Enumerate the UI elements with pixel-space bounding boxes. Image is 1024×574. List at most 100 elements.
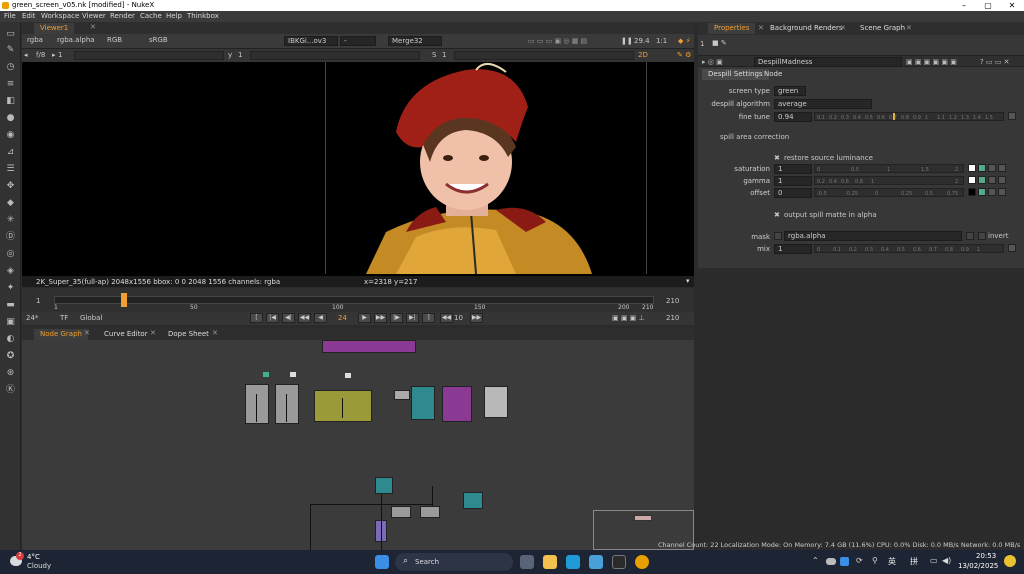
close-tab-icon[interactable]: ✕ xyxy=(758,24,764,32)
animation-curve-icon[interactable] xyxy=(998,188,1006,196)
draw-tool-icon[interactable]: ✎ xyxy=(4,44,17,57)
viewer-options-icon[interactable]: ▭ ▭ ▭ ▣ ◎ ▦ ▤ xyxy=(528,37,587,45)
weather-description[interactable]: Cloudy xyxy=(27,562,51,570)
node-dot[interactable] xyxy=(345,373,351,378)
copilot-icon[interactable] xyxy=(1004,555,1016,567)
out-point-button[interactable]: ] xyxy=(422,313,435,323)
gamma-slider[interactable] xyxy=(250,51,420,60)
maximize-button[interactable]: ▢ xyxy=(976,0,1000,11)
fine-tune-slider[interactable]: 0.1 0.2 0.3 0.4 0.5 0.6 0.7 0.8 0.9 1 1.… xyxy=(814,112,1004,121)
play-forward-button[interactable]: ▶ xyxy=(358,313,371,323)
tab-viewer1[interactable]: Viewer1 xyxy=(34,23,75,34)
output-spill-checkbox[interactable]: ✖ xyxy=(774,211,780,219)
onedrive-icon[interactable] xyxy=(826,558,836,565)
node-name-field[interactable]: DespillMadness xyxy=(754,57,902,67)
edge-browser-icon[interactable] xyxy=(566,555,580,569)
nuke-taskbar-icon[interactable] xyxy=(635,555,649,569)
timeline-end-field[interactable]: 210 xyxy=(666,297,679,305)
step-forward-button[interactable]: ▶▶ xyxy=(374,313,387,323)
skip-back-button[interactable]: ◀◀ xyxy=(440,313,453,323)
saturation-slider[interactable]: 0 0.5 1 1.5 2 xyxy=(814,164,964,173)
clock-time[interactable]: 20:53 xyxy=(976,552,996,560)
close-tab-icon[interactable]: ✕ xyxy=(212,329,218,337)
tab-background-renders[interactable]: Background Renders xyxy=(764,23,849,34)
offset-slider[interactable]: -0.5 -0.25 0 0.25 0.5 0.75 xyxy=(814,188,964,197)
offset-field[interactable]: 0 xyxy=(774,188,812,198)
task-view-icon[interactable] xyxy=(520,555,534,569)
timeline-track[interactable] xyxy=(54,293,654,307)
close-tab-icon[interactable]: ✕ xyxy=(840,24,846,32)
menu-workspace[interactable]: Workspace xyxy=(41,12,79,20)
tray-app-icon[interactable] xyxy=(840,557,849,566)
filter-tool-icon[interactable]: ● xyxy=(4,112,17,125)
current-frame-marker[interactable] xyxy=(120,293,127,307)
menu-file[interactable]: File xyxy=(4,12,16,20)
node-header-buttons[interactable]: ▣ ▣ ▣ ▣ ▣ ▣ xyxy=(906,58,957,66)
image-tool-icon[interactable]: ▭ xyxy=(4,28,17,41)
tab-node[interactable]: Node xyxy=(758,69,788,80)
node-header-icons[interactable]: ▸ ◎ ▣ xyxy=(702,58,723,66)
menu-edit[interactable]: Edit xyxy=(22,12,36,20)
s-field[interactable]: 1 xyxy=(442,51,446,59)
fstop-arrow-icon[interactable]: ▸ xyxy=(52,51,56,59)
in-point-button[interactable]: [ xyxy=(250,313,263,323)
fstop-lock-icon[interactable]: ◂ xyxy=(24,51,28,59)
colorspace-select[interactable]: sRGB xyxy=(146,36,180,46)
color-wheel-icon[interactable] xyxy=(978,176,986,184)
tray-sync-icon[interactable]: ⟳ xyxy=(856,556,863,565)
menu-thinkbox[interactable]: Thinkbox xyxy=(187,12,219,20)
tab-curve-editor[interactable]: Curve Editor xyxy=(98,329,154,340)
skip-forward-button[interactable]: ▶▶ xyxy=(470,313,483,323)
time-tool-icon[interactable]: ◷ xyxy=(4,61,17,74)
node-dot[interactable] xyxy=(263,372,269,377)
saturation-field[interactable]: 1 xyxy=(774,164,812,174)
screen-type-select[interactable]: green xyxy=(774,86,806,96)
last-frame-button[interactable]: ▶| xyxy=(406,313,419,323)
next-keyframe-button[interactable]: |▶ xyxy=(390,313,403,323)
color-wheel-icon[interactable] xyxy=(978,164,986,172)
tray-chevron-icon[interactable]: ⌃ xyxy=(812,556,819,565)
playback-options-icon[interactable]: ▣ ▣ ▣ ⊥ xyxy=(612,314,645,322)
toolsets-tool-icon[interactable]: ✦ xyxy=(4,282,17,295)
tab-dope-sheet[interactable]: Dope Sheet xyxy=(162,329,215,340)
increment-field[interactable]: 10 xyxy=(454,314,463,322)
animation-curve-icon[interactable] xyxy=(998,176,1006,184)
node-teal[interactable] xyxy=(375,477,393,494)
tray-link-icon[interactable]: ⚲ xyxy=(872,556,878,565)
range-select[interactable]: Global xyxy=(80,314,102,322)
close-tab-icon[interactable]: ✕ xyxy=(150,329,156,337)
keyframe-tool-icon[interactable]: Ⓚ xyxy=(4,384,17,397)
terminal-icon[interactable] xyxy=(612,555,626,569)
node-backdrop[interactable] xyxy=(245,384,269,424)
view-mode-select[interactable]: 2D xyxy=(638,51,648,59)
gamma-field[interactable]: 1 xyxy=(774,176,812,186)
clock-date[interactable]: 13/02/2025 xyxy=(958,562,998,570)
slider-handle[interactable] xyxy=(893,113,895,120)
invert-checkbox[interactable] xyxy=(978,232,986,240)
ofx-tool-icon[interactable]: ✪ xyxy=(4,350,17,363)
merge-tool-icon[interactable]: ⊿ xyxy=(4,146,17,159)
animation-curve-icon[interactable] xyxy=(1008,112,1016,120)
windows-start-icon[interactable] xyxy=(375,555,389,569)
particles-tool-icon[interactable]: ✳ xyxy=(4,214,17,227)
ime-mode-indicator[interactable]: 拼 xyxy=(910,556,918,567)
menu-help[interactable]: Help xyxy=(166,12,182,20)
y-field[interactable]: 1 xyxy=(238,51,242,59)
channel-split-icon[interactable] xyxy=(988,164,996,172)
tab-node-graph[interactable]: Node Graph xyxy=(34,329,88,340)
menu-render[interactable]: Render xyxy=(110,12,135,20)
color-tool-icon[interactable]: ◧ xyxy=(4,95,17,108)
despill-algorithm-select[interactable]: average xyxy=(774,99,872,109)
viewer-lock-icon[interactable]: ◆ ⚡ xyxy=(678,37,691,45)
node-dot[interactable] xyxy=(394,390,410,400)
metadata-tool-icon[interactable]: ◈ xyxy=(4,265,17,278)
timeline-start-field[interactable]: 1 xyxy=(36,297,40,305)
fps-select[interactable]: 24* xyxy=(26,314,38,322)
zoom-ratio[interactable]: 1:1 xyxy=(656,37,667,45)
close-window-button[interactable]: ✕ xyxy=(1000,0,1024,11)
other-tool-icon[interactable]: ▬ xyxy=(4,299,17,312)
input-a-select[interactable]: IBKGi...ov3 xyxy=(284,36,338,46)
color-swatch[interactable] xyxy=(968,188,976,196)
zoom-level[interactable]: 29.4 xyxy=(634,37,650,45)
display-select[interactable]: RGB xyxy=(104,36,130,46)
